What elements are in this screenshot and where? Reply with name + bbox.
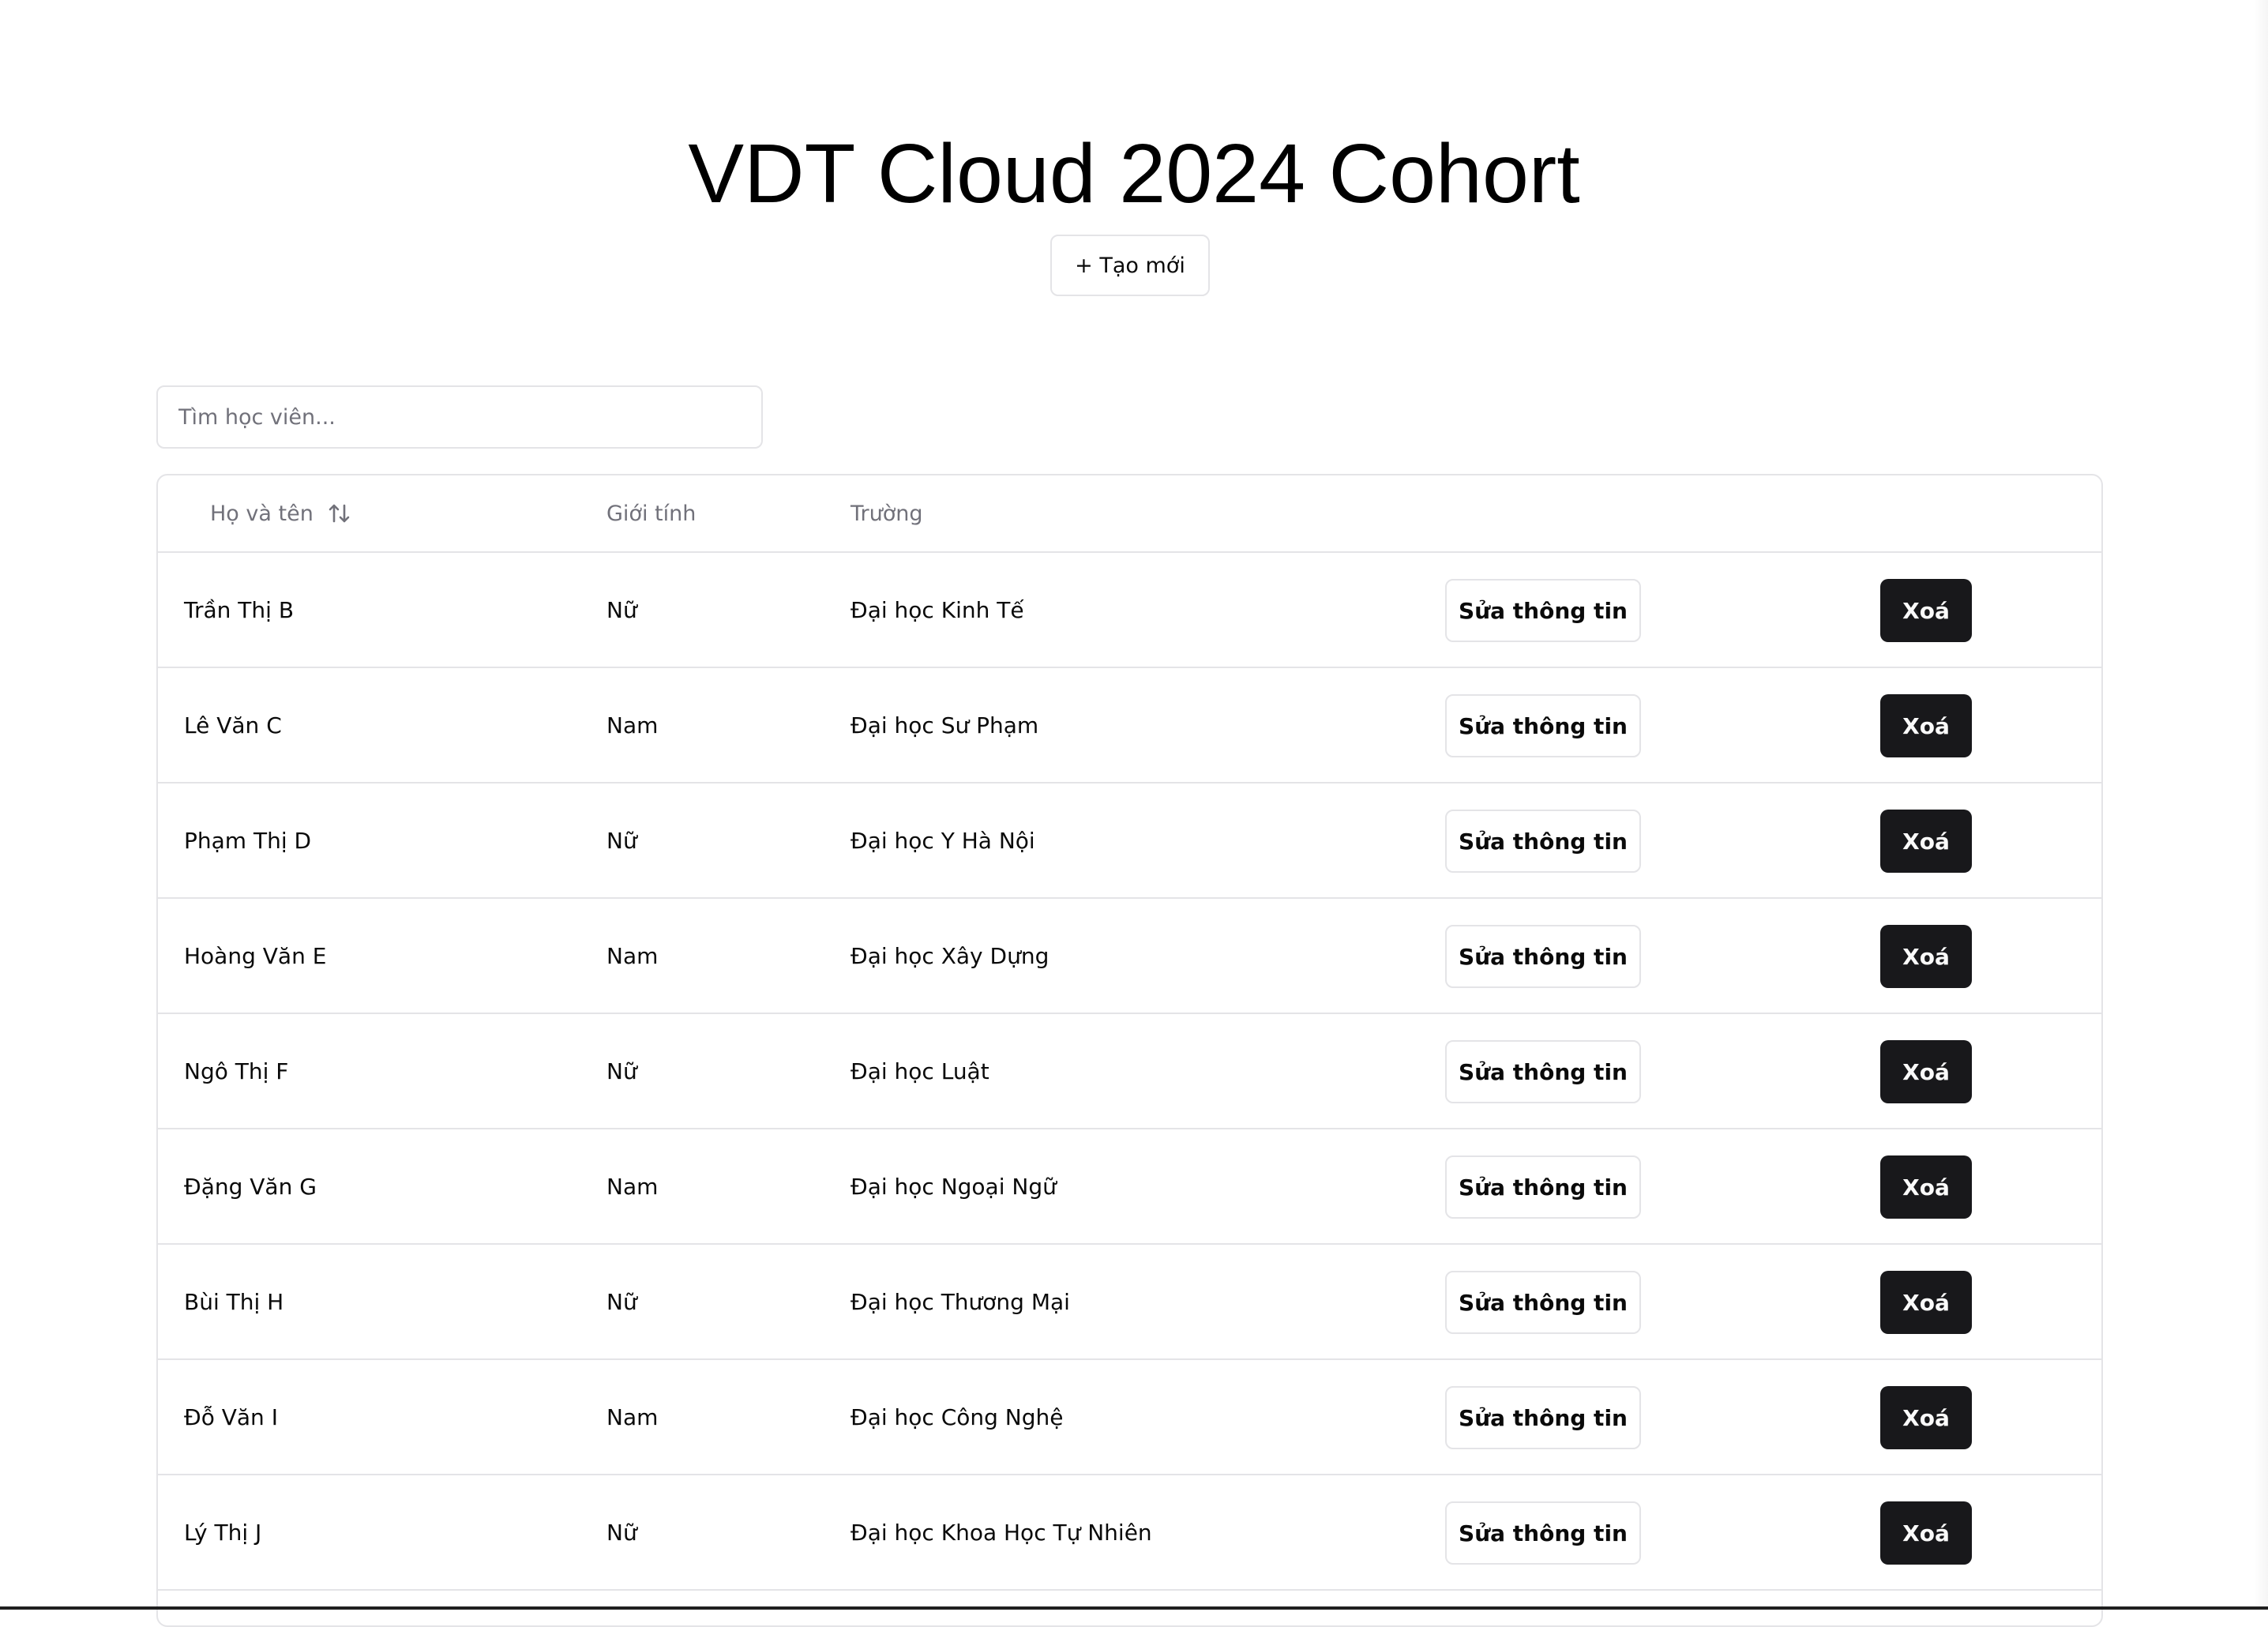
delete-button[interactable]: Xoá (1880, 925, 1972, 988)
table-row: Hoàng Văn E Nam Đại học Xây Dựng Sửa thông … (158, 899, 2101, 1014)
table-row: Bùi Thị H Nữ Đại học Thương Mại Sửa thông t… (158, 1245, 2101, 1360)
bottom-divider (0, 1606, 2268, 1610)
student-gender: Nữ (606, 1519, 637, 1546)
student-school: Đại học Ngoại Ngữ (850, 1173, 1057, 1200)
student-gender: Nữ (606, 827, 637, 854)
table-header: Họ và tên Giới tính Trường (158, 475, 2101, 553)
header-school: Trường (850, 501, 923, 526)
delete-button[interactable]: Xoá (1880, 1501, 1972, 1565)
student-name: Lý Thị J (184, 1519, 262, 1546)
edit-button[interactable]: Sửa thông tin (1445, 1386, 1641, 1449)
table-row: Đỗ Văn I Nam Đại học Công Nghệ Sửa thông ti… (158, 1360, 2101, 1475)
student-name: Trần Thị B (184, 596, 295, 623)
edit-button[interactable]: Sửa thông tin (1445, 1155, 1641, 1219)
student-gender: Nữ (606, 1058, 637, 1084)
delete-button[interactable]: Xoá (1880, 1040, 1972, 1103)
edit-button[interactable]: Sửa thông tin (1445, 810, 1641, 873)
table-body: Trần Thị B Nữ Đại học Kinh Tế Sửa thông tin… (158, 553, 2101, 1591)
table-row: Lý Thị J Nữ Đại học Khoa Học Tự Nhiên Sửa t… (158, 1475, 2101, 1591)
student-school: Đại học Y Hà Nội (850, 827, 1035, 854)
student-school: Đại học Kinh Tế (850, 596, 1024, 623)
student-name: Bùi Thị H (184, 1288, 284, 1315)
table-row: Đặng Văn G Nam Đại học Ngoại Ngữ Sửa thông … (158, 1129, 2101, 1245)
edit-button[interactable]: Sửa thông tin (1445, 1271, 1641, 1334)
table-row: Ngô Thị F Nữ Đại học Luật Sửa thông tin Xoá (158, 1014, 2101, 1129)
table-row: Trần Thị B Nữ Đại học Kinh Tế Sửa thông tin… (158, 553, 2101, 668)
student-school: Đại học Sư Phạm (850, 712, 1039, 738)
student-school: Đại học Công Nghệ (850, 1403, 1064, 1430)
student-name: Phạm Thị D (184, 827, 312, 854)
student-gender: Nữ (606, 596, 637, 623)
student-gender: Nam (606, 942, 659, 969)
student-gender: Nữ (606, 1288, 637, 1315)
edit-button[interactable]: Sửa thông tin (1445, 1040, 1641, 1103)
delete-button[interactable]: Xoá (1880, 810, 1972, 873)
student-school: Đại học Thương Mại (850, 1288, 1070, 1315)
delete-button[interactable]: Xoá (1880, 579, 1972, 642)
student-school: Đại học Luật (850, 1058, 989, 1084)
student-name: Hoàng Văn E (184, 942, 327, 969)
student-name: Ngô Thị F (184, 1058, 289, 1084)
student-school: Đại học Khoa Học Tự Nhiên (850, 1519, 1152, 1546)
scroll-edge (2254, 0, 2268, 1606)
edit-button[interactable]: Sửa thông tin (1445, 694, 1641, 757)
table-row: Phạm Thị D Nữ Đại học Y Hà Nội Sửa thông ti… (158, 783, 2101, 899)
student-name: Lê Văn C (184, 712, 282, 738)
sort-by-name-header[interactable]: Họ và tên (210, 475, 351, 551)
edit-button[interactable]: Sửa thông tin (1445, 1501, 1641, 1565)
page-title: VDT Cloud 2024 Cohort (688, 127, 1580, 220)
edit-button[interactable]: Sửa thông tin (1445, 925, 1641, 988)
arrow-up-down-icon (328, 502, 351, 524)
create-new-button[interactable]: + Tạo mới (1050, 235, 1210, 296)
delete-button[interactable]: Xoá (1880, 1155, 1972, 1219)
header-gender: Giới tính (606, 501, 697, 526)
search-input[interactable] (156, 385, 763, 449)
student-school: Đại học Xây Dựng (850, 942, 1050, 969)
student-name: Đỗ Văn I (184, 1403, 278, 1430)
student-name: Đặng Văn G (184, 1173, 317, 1200)
delete-button[interactable]: Xoá (1880, 694, 1972, 757)
students-table: Họ và tên Giới tính Trường Trần Thị B Nữ Đ… (156, 474, 2103, 1627)
header-name-label: Họ và tên (210, 501, 314, 526)
edit-button[interactable]: Sửa thông tin (1445, 579, 1641, 642)
student-gender: Nam (606, 1403, 659, 1430)
delete-button[interactable]: Xoá (1880, 1271, 1972, 1334)
table-row: Lê Văn C Nam Đại học Sư Phạm Sửa thông tin X… (158, 668, 2101, 783)
delete-button[interactable]: Xoá (1880, 1386, 1972, 1449)
student-gender: Nam (606, 1173, 659, 1200)
student-gender: Nam (606, 712, 659, 738)
